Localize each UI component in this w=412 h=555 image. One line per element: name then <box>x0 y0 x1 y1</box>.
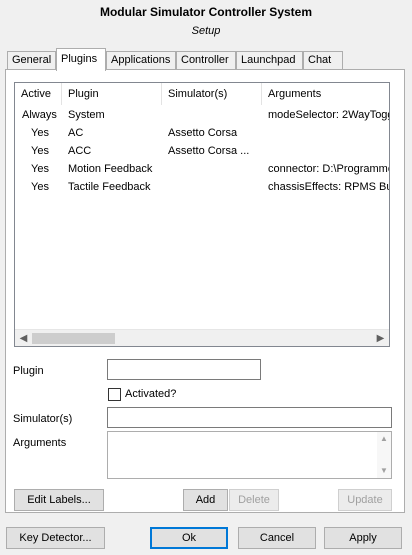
cell-arguments: connector: D:\Programme <box>268 163 390 175</box>
tab-chat[interactable]: Chat <box>303 51 343 70</box>
key-detector-button[interactable]: Key Detector... <box>6 527 105 549</box>
activated-checkbox[interactable] <box>108 388 121 401</box>
cell-simulators <box>168 178 260 196</box>
window-title: Modular Simulator Controller System <box>99 5 313 19</box>
arrow-left-icon[interactable]: ◀ <box>15 330 32 346</box>
column-header-plugin[interactable]: Plugin <box>62 83 162 105</box>
cell-active: Yes <box>31 163 49 175</box>
edit-labels-button[interactable]: Edit Labels... <box>14 489 104 511</box>
tab-launchpad[interactable]: Launchpad <box>236 51 303 70</box>
tab-plugins[interactable]: Plugins <box>56 48 106 71</box>
arrow-right-icon[interactable]: ▶ <box>372 330 389 346</box>
plugin-input[interactable] <box>107 359 261 380</box>
window-subtitle: Setup <box>191 25 221 37</box>
update-button[interactable]: Update <box>338 489 392 511</box>
horizontal-scrollbar[interactable]: ◀ ▶ <box>15 329 389 346</box>
table-row[interactable]: Yes Motion Feedback connector: D:\Progra… <box>15 160 390 178</box>
cell-arguments: modeSelector: 2WayTogg <box>268 109 390 121</box>
apply-button[interactable]: Apply <box>324 527 402 549</box>
arrow-up-icon[interactable]: ▲ <box>377 432 391 446</box>
cancel-button[interactable]: Cancel <box>238 527 316 549</box>
plugins-panel: Active Plugin Simulator(s) Arguments Alw… <box>5 69 405 513</box>
plugin-label: Plugin <box>13 365 44 377</box>
cell-plugin: AC <box>68 127 84 139</box>
plugins-table[interactable]: Active Plugin Simulator(s) Arguments Alw… <box>14 82 390 347</box>
vertical-scrollbar[interactable]: ▲ ▼ <box>377 432 391 478</box>
table-row[interactable]: Yes ACC Assetto Corsa ... <box>15 142 389 160</box>
add-button[interactable]: Add <box>183 489 228 511</box>
arrow-down-icon[interactable]: ▼ <box>377 464 391 478</box>
scrollbar-thumb[interactable] <box>32 333 115 344</box>
simulators-label: Simulator(s) <box>13 413 73 425</box>
table-row[interactable]: Always System modeSelector: 2WayTogg <box>15 106 390 124</box>
table-row[interactable]: Yes Tactile Feedback chassisEffects: RPM… <box>15 178 390 196</box>
table-header: Active Plugin Simulator(s) Arguments <box>15 83 389 105</box>
cell-plugin: ACC <box>68 145 92 157</box>
table-row[interactable]: Yes AC Assetto Corsa <box>15 124 389 142</box>
cell-simulators: Assetto Corsa <box>168 127 238 139</box>
activated-label: Activated? <box>125 388 177 400</box>
cell-plugin: Motion Feedback <box>68 163 153 175</box>
tab-applications[interactable]: Applications <box>106 51 176 70</box>
arguments-label: Arguments <box>13 437 67 449</box>
tab-controller[interactable]: Controller <box>176 51 236 70</box>
cell-arguments <box>268 124 389 142</box>
cell-plugin: System <box>68 109 105 121</box>
delete-button[interactable]: Delete <box>229 489 279 511</box>
arguments-textarea[interactable]: ▲ ▼ <box>107 431 392 479</box>
column-header-active[interactable]: Active <box>15 83 62 105</box>
cell-active: Yes <box>31 127 49 139</box>
cell-active: Yes <box>31 145 49 157</box>
simulators-input[interactable] <box>107 407 392 428</box>
cell-simulators <box>168 160 260 178</box>
cell-simulators: Assetto Corsa ... <box>168 145 250 157</box>
tab-general[interactable]: General <box>7 51 56 70</box>
ok-button[interactable]: Ok <box>150 527 228 549</box>
cell-arguments <box>268 142 389 160</box>
cell-arguments: chassisEffects: RPMS Bu <box>268 181 390 193</box>
column-header-simulators[interactable]: Simulator(s) <box>162 83 262 105</box>
column-header-arguments[interactable]: Arguments <box>262 83 389 105</box>
cell-plugin: Tactile Feedback <box>68 181 151 193</box>
cell-simulators <box>168 106 260 124</box>
cell-active: Always <box>22 109 57 121</box>
cell-active: Yes <box>31 181 49 193</box>
